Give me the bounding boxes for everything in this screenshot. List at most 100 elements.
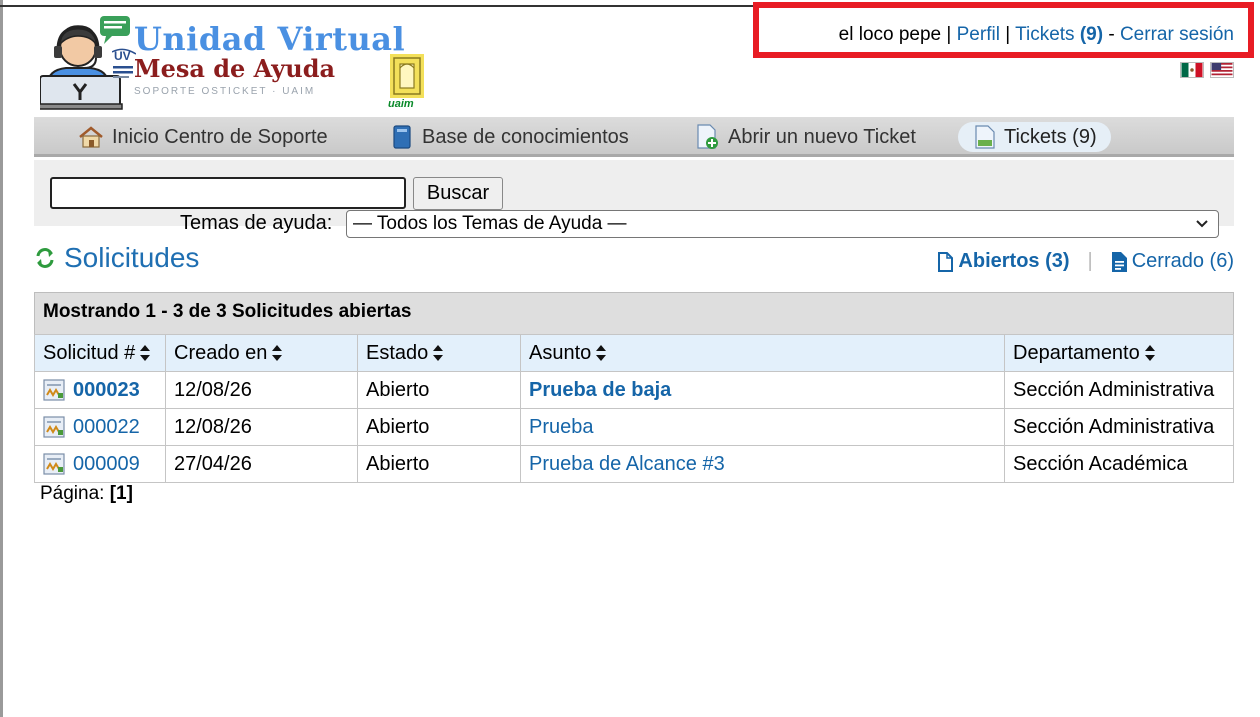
search-button[interactable]: Buscar xyxy=(413,177,503,210)
nav-tickets[interactable]: Tickets (9) xyxy=(958,122,1111,152)
sort-icon xyxy=(272,345,283,362)
top-divider xyxy=(0,5,760,7)
file-outline-icon xyxy=(938,251,954,272)
nav-new-ticket[interactable]: Abrir un nuevo Ticket xyxy=(694,122,916,152)
nav-home[interactable]: Inicio Centro de Soporte xyxy=(78,122,328,152)
pagination-current: [1] xyxy=(109,483,133,504)
column-header-label: Asunto xyxy=(529,341,592,364)
tickets-link-label: Tickets xyxy=(1015,24,1075,45)
new-ticket-icon xyxy=(697,124,718,149)
separator: | xyxy=(946,24,952,45)
pagination-label: Página: xyxy=(40,483,105,504)
file-text-icon xyxy=(1111,251,1127,272)
column-header-department[interactable]: Departamento xyxy=(1004,334,1234,372)
left-window-edge xyxy=(0,0,3,717)
svg-text:UV: UV xyxy=(114,49,131,63)
created-cell: 12/08/26 xyxy=(165,408,358,446)
department-cell: Sección Administrativa xyxy=(1004,371,1234,409)
subject-cell: Prueba de Alcance #3 xyxy=(520,445,1005,483)
subject-link[interactable]: Prueba xyxy=(529,416,594,438)
book-icon xyxy=(393,125,411,149)
language-flags xyxy=(1180,62,1234,78)
refresh-icon[interactable] xyxy=(34,247,56,269)
created-cell: 12/08/26 xyxy=(165,371,358,409)
user-name: el loco pepe xyxy=(838,24,942,45)
column-header-created[interactable]: Creado en xyxy=(165,334,358,372)
ticket-number-cell: 000022 xyxy=(34,408,166,446)
table-caption: Mostrando 1 - 3 de 3 Solicitudes abierta… xyxy=(34,292,1234,334)
tickets-table: Mostrando 1 - 3 de 3 Solicitudes abierta… xyxy=(34,292,1234,483)
help-topics-select[interactable]: — Todos los Temas de Ayuda — xyxy=(346,210,1219,238)
ticket-number-link[interactable]: 000009 xyxy=(73,453,140,475)
page-title-text: Solicitudes xyxy=(64,242,200,273)
department-cell: Sección Académica xyxy=(1004,445,1234,483)
nav-knowledgebase-label: Base de conocimientos xyxy=(422,125,629,148)
tickets-icon xyxy=(975,125,995,149)
subject-cell: Prueba de baja xyxy=(520,371,1005,409)
main-navigation: Inicio Centro de Soporte Base de conocim… xyxy=(34,117,1234,157)
column-header-label: Solicitud # xyxy=(43,341,136,364)
logo-subtitle: Mesa de Ayuda xyxy=(134,54,336,83)
subject-link[interactable]: Prueba de Alcance #3 xyxy=(529,453,725,475)
open-tickets-filter-label: Abiertos (3) xyxy=(958,250,1070,272)
ticket-number-link[interactable]: 000023 xyxy=(73,379,140,401)
mexico-flag-icon[interactable] xyxy=(1180,62,1204,78)
ticket-file-icon xyxy=(43,379,65,401)
user-account-bar: el loco pepe | Perfil | Tickets (9) - Ce… xyxy=(753,2,1254,58)
status-cell: Abierto xyxy=(357,408,521,446)
created-cell: 27/04/26 xyxy=(165,445,358,483)
subject-link[interactable]: Prueba de baja xyxy=(529,379,671,401)
ticket-file-icon xyxy=(43,416,65,438)
column-header-label: Departamento xyxy=(1013,341,1140,364)
tickets-link-count: (9) xyxy=(1079,24,1104,45)
table-row: 000023 12/08/26 Abierto Prueba de baja S… xyxy=(34,371,1234,409)
ticket-number-cell: 000023 xyxy=(34,371,166,409)
nav-new-ticket-label: Abrir un nuevo Ticket xyxy=(728,125,916,148)
status-cell: Abierto xyxy=(357,445,521,483)
sort-icon xyxy=(433,345,444,362)
sort-icon xyxy=(1144,345,1155,362)
help-topics-selected: — Todos los Temas de Ayuda — xyxy=(353,213,627,234)
nav-home-label: Inicio Centro de Soporte xyxy=(112,125,328,148)
usa-flag-icon[interactable] xyxy=(1210,62,1234,78)
help-topics-label: Temas de ayuda: xyxy=(180,212,333,234)
sort-icon xyxy=(596,345,607,362)
sort-icon xyxy=(140,345,151,362)
table-row: 000009 27/04/26 Abierto Prueba de Alcanc… xyxy=(34,445,1234,483)
site-logo[interactable]: UV Unidad Virtual Mesa de Ayuda SOPORTE … xyxy=(40,14,440,110)
ticket-number-link[interactable]: 000022 xyxy=(73,416,140,438)
subject-cell: Prueba xyxy=(520,408,1005,446)
home-icon xyxy=(79,126,103,148)
open-tickets-filter[interactable]: Abiertos (3) xyxy=(937,250,1070,273)
search-input[interactable] xyxy=(50,177,406,209)
chevron-down-icon xyxy=(1196,220,1208,228)
ticket-file-icon xyxy=(43,453,65,475)
table-row: 000022 12/08/26 Abierto Prueba Sección A… xyxy=(34,408,1234,446)
table-header-row: Solicitud # Creado en Estado Asunto Depa… xyxy=(34,334,1234,372)
nav-tickets-label: Tickets (9) xyxy=(1004,125,1097,148)
closed-tickets-filter[interactable]: Cerrado (6) xyxy=(1111,250,1234,273)
column-header-subject[interactable]: Asunto xyxy=(520,334,1005,372)
separator: - xyxy=(1108,24,1115,45)
column-header-number[interactable]: Solicitud # xyxy=(34,334,166,372)
separator: | xyxy=(1005,24,1011,45)
logo-tagline: SOPORTE OSTICKET · UAIM xyxy=(134,86,316,97)
profile-link[interactable]: Perfil xyxy=(957,24,1000,45)
page-title: Solicitudes xyxy=(34,242,199,274)
ticket-status-filters: Abiertos (3) | Cerrado (6) xyxy=(937,250,1234,273)
nav-knowledgebase[interactable]: Base de conocimientos xyxy=(390,122,629,152)
logo-title: Unidad Virtual xyxy=(134,20,406,58)
column-header-status[interactable]: Estado xyxy=(357,334,521,372)
logout-link[interactable]: Cerrar sesión xyxy=(1120,24,1234,45)
column-header-label: Creado en xyxy=(174,341,268,364)
ticket-number-cell: 000009 xyxy=(34,445,166,483)
filter-separator: | xyxy=(1087,250,1093,272)
uv-logo-icon: UV xyxy=(112,48,136,78)
department-cell: Sección Administrativa xyxy=(1004,408,1234,446)
uaim-label: uaim xyxy=(388,98,414,110)
status-cell: Abierto xyxy=(357,371,521,409)
tickets-link[interactable]: Tickets (9) xyxy=(1015,24,1103,45)
closed-tickets-filter-label: Cerrado (6) xyxy=(1131,250,1234,272)
column-header-label: Estado xyxy=(366,341,429,364)
pagination: Página: [1] xyxy=(40,483,133,505)
